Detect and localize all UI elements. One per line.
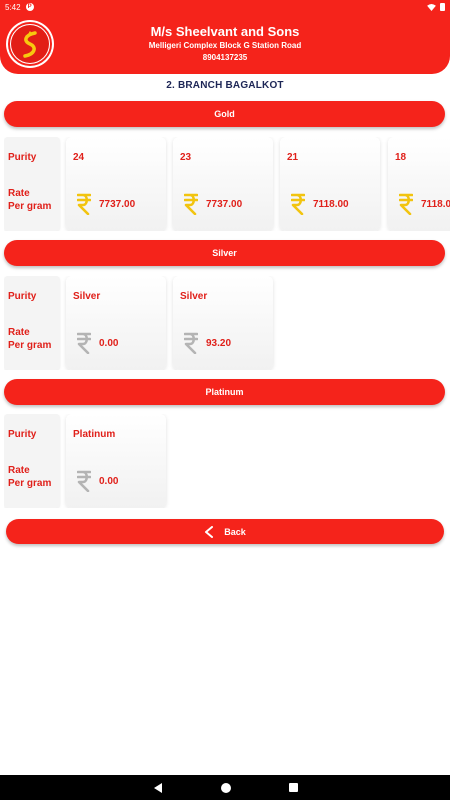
purity-label: Purity <box>8 152 37 163</box>
rupee-icon <box>184 193 198 215</box>
wifi-icon <box>427 3 436 11</box>
rupee-icon <box>291 193 305 215</box>
platinum-rate-card: Platinum 0.00 <box>66 414 166 508</box>
rupee-icon <box>399 193 413 215</box>
purity-value: 24 <box>73 152 85 163</box>
gold-rate-card: 21 7118.00 <box>280 137 380 231</box>
rate-label: Rate Per gram <box>8 188 52 212</box>
nav-back-icon[interactable] <box>153 782 163 793</box>
rate-label: Rate Per gram <box>8 327 52 351</box>
price-value: 7737.00 <box>206 199 243 210</box>
platinum-rate-row[interactable]: Purity Rate Per gram Platinum 0.00 <box>4 414 450 508</box>
nav-home-icon[interactable] <box>220 782 231 793</box>
purity-value: 21 <box>287 152 299 163</box>
notification-icon: P <box>25 3 34 11</box>
silver-rate-row[interactable]: Purity Rate Per gram Silver 0.00 Silver 9… <box>4 276 450 370</box>
price-value: 7118.00 <box>313 199 349 210</box>
price-value: 7118.00 <box>421 199 450 210</box>
branch-title: 2. BRANCH BAGALKOT <box>166 80 284 91</box>
gold-rate-card: 23 7737.00 <box>173 137 273 231</box>
shop-address: Melligeri Complex Block G Station Road <box>148 41 302 50</box>
rupee-icon <box>77 332 91 354</box>
gold-rate-card: 24 7737.00 <box>66 137 166 231</box>
gold-section-header: Gold <box>4 101 445 127</box>
rupee-icon <box>77 193 91 215</box>
silver-label-card: Purity Rate Per gram <box>4 276 60 370</box>
price-value: 7737.00 <box>99 199 136 210</box>
rupee-icon <box>77 470 91 492</box>
purity-value: 23 <box>180 152 192 163</box>
purity-value: Silver <box>73 291 101 302</box>
gold-label-card: Purity Rate Per gram <box>4 137 60 231</box>
price-value: 0.00 <box>99 338 119 349</box>
gold-rate-row[interactable]: Purity Rate Per gram 24 7737.00 23 7737.0… <box>4 137 450 231</box>
app-header: M/s Sheelvant and Sons Melligeri Complex… <box>0 14 450 74</box>
silver-section-header: Silver <box>4 240 445 266</box>
nav-recents-icon[interactable] <box>288 783 298 792</box>
price-value: 93.20 <box>206 338 232 349</box>
app-screen: 5:42 P M/s Sheelvant and Sons Melligeri … <box>0 0 450 800</box>
purity-value: Platinum <box>73 429 116 440</box>
chevron-left-icon <box>205 525 214 538</box>
price-value: 0.00 <box>99 476 119 487</box>
purity-label: Purity <box>8 291 37 302</box>
back-button[interactable]: Back <box>6 519 444 544</box>
status-bar: 5:42 P <box>0 0 450 14</box>
rate-label: Rate Per gram <box>8 465 52 489</box>
purity-value: 18 <box>395 152 407 163</box>
shop-phone: 8904137235 <box>202 53 248 62</box>
silver-rate-card: Silver 0.00 <box>66 276 166 370</box>
system-nav-bar <box>0 775 450 800</box>
gold-rate-card: 18 7118.00 <box>388 137 450 231</box>
silver-rate-card: Silver 93.20 <box>173 276 273 370</box>
shop-name: M/s Sheelvant and Sons <box>150 24 300 39</box>
back-button-label: Back <box>224 526 246 537</box>
purity-label: Purity <box>8 429 37 440</box>
status-time: 5:42 <box>5 2 21 12</box>
battery-icon <box>440 3 445 11</box>
platinum-section-header: Platinum <box>4 379 445 405</box>
rupee-icon <box>184 332 198 354</box>
purity-value: Silver <box>180 291 208 302</box>
platinum-label-card: Purity Rate Per gram <box>4 414 60 508</box>
